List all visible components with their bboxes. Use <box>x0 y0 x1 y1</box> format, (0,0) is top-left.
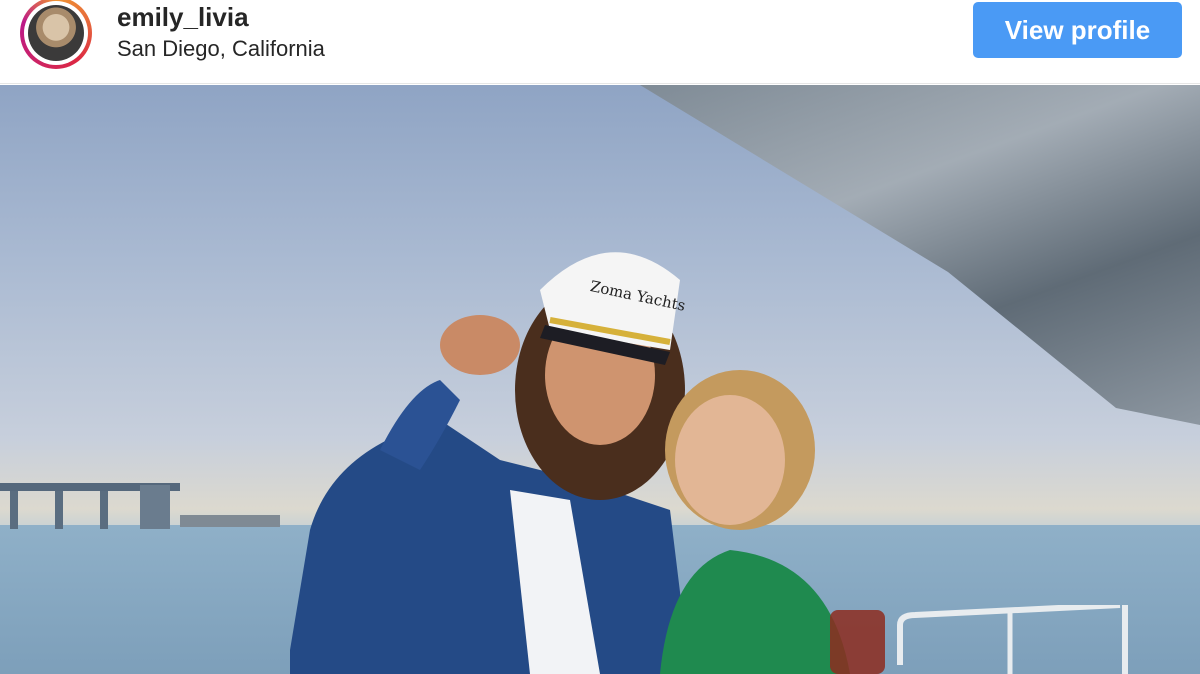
view-profile-button[interactable]: View profile <box>973 2 1182 58</box>
username-link[interactable]: emily_livia <box>117 2 249 33</box>
location-link[interactable]: San Diego, California <box>117 36 325 62</box>
bridge-graphic <box>0 483 280 529</box>
couple-illustration: Zoma Yachts <box>290 252 885 674</box>
avatar-image <box>28 5 84 61</box>
boat-railing <box>897 605 1128 674</box>
post-photo[interactable]: Zoma Yachts <box>0 85 1200 674</box>
avatar[interactable] <box>20 0 92 69</box>
post-header: emily_livia San Diego, California View p… <box>0 0 1200 84</box>
